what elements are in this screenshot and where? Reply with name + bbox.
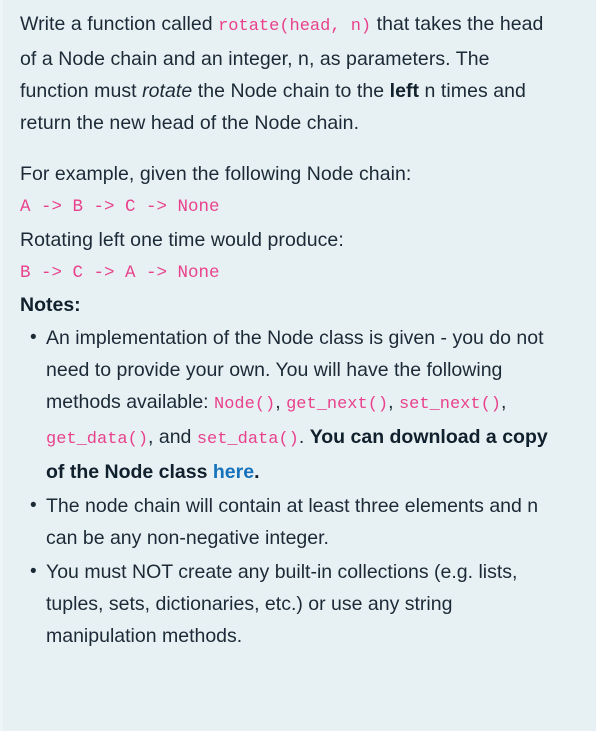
get-next-code: get_next() (286, 395, 389, 414)
node-constructor-code: Node() (214, 395, 276, 414)
left-edge-strip (0, 0, 3, 731)
notes-list: An implementation of the Node class is g… (20, 322, 562, 652)
notes-heading: Notes: (20, 294, 81, 316)
problem-statement-panel: Write a function called rotate(head, n) … (0, 0, 596, 731)
intro-text-part-1: Write a function called (20, 13, 219, 35)
set-next-code: set_next() (398, 395, 501, 414)
download-node-class-link[interactable]: here (213, 461, 254, 483)
node-chain-after: B -> C -> A -> None (20, 263, 220, 283)
note-1-sep-4: , and (148, 426, 197, 448)
intro-text-part-3: the Node chain to the (192, 80, 390, 102)
rotate-italic-emphasis: rotate (142, 80, 193, 102)
note-1-sep-1: , (275, 391, 287, 413)
example-lead-in: For example, given the following Node ch… (20, 163, 412, 185)
note-item-node-class: An implementation of the Node class is g… (30, 322, 562, 488)
set-data-code: set_data() (196, 430, 299, 449)
note-item-chain-constraints: The node chain will contain at least thr… (30, 490, 562, 554)
note-1-sep-2: , (388, 391, 399, 413)
left-bold-emphasis: left (389, 80, 420, 102)
rotate-caption: Rotating left one time would produce: (20, 229, 344, 251)
note-item-no-builtins: You must NOT create any built-in collect… (30, 556, 562, 652)
note-1-sep-3: , (501, 391, 507, 413)
intro-paragraph: Write a function called rotate(head, n) … (20, 8, 562, 139)
download-bold-tail: . (254, 461, 260, 483)
note-1-sep-5: . (298, 426, 310, 448)
rotate-signature-code: rotate(head, n) (218, 17, 372, 36)
node-chain-before: A -> B -> C -> None (20, 197, 220, 217)
get-data-code: get_data() (46, 430, 149, 449)
